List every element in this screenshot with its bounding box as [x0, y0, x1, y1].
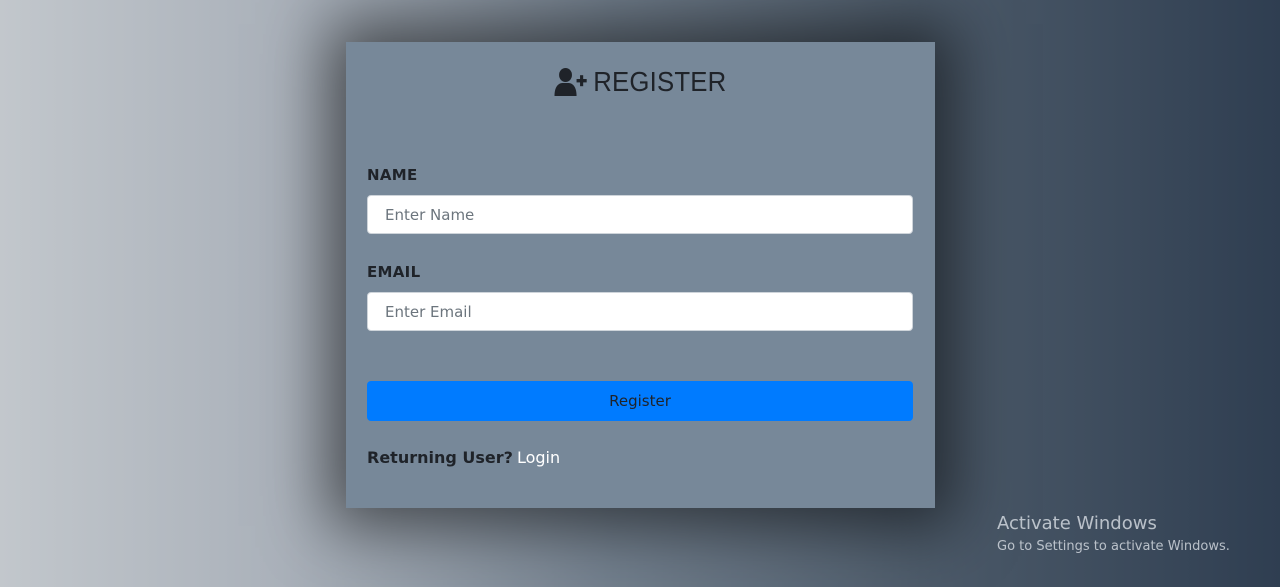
returning-user-prompt: Returning User? [367, 448, 513, 467]
email-input[interactable] [367, 292, 913, 331]
register-title: REGISTER [389, 42, 892, 102]
returning-user-line: Returning User? Login [367, 448, 560, 467]
name-input[interactable] [367, 195, 913, 234]
register-button[interactable]: Register [367, 381, 913, 421]
watermark-title: Activate Windows [997, 513, 1157, 534]
user-plus-icon [554, 67, 588, 97]
name-label: NAME [367, 166, 418, 184]
register-title-text: REGISTER [593, 66, 727, 97]
login-link[interactable]: Login [517, 448, 560, 467]
register-card: REGISTER NAME EMAIL Register Returning U… [346, 42, 935, 508]
email-label: EMAIL [367, 263, 421, 281]
watermark-subtitle: Go to Settings to activate Windows. [997, 539, 1230, 554]
activate-windows-watermark: Activate Windows Go to Settings to activ… [997, 513, 1230, 557]
